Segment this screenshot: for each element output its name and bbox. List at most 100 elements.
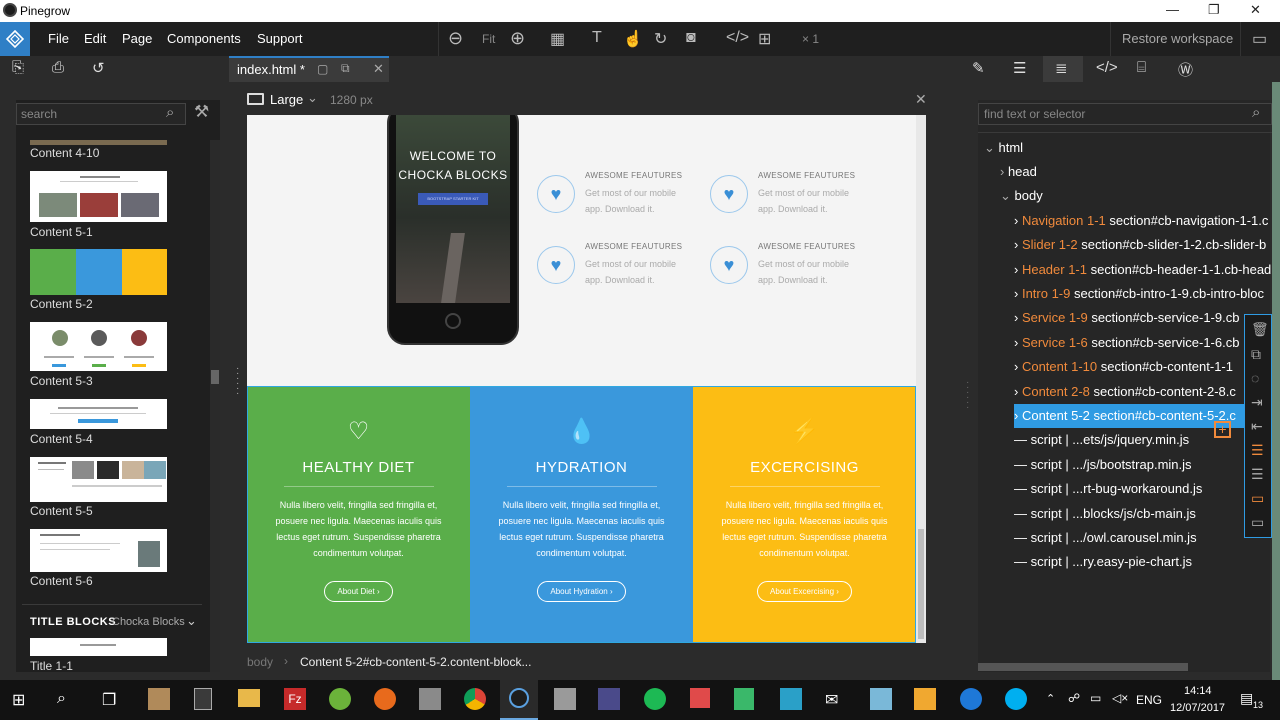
library-item-label[interactable]: Content 5-1 [30,225,93,239]
maximize-button[interactable]: ❐ [1208,2,1220,18]
tree-node-script[interactable]: — script | .../owl.carousel.min.js [1014,526,1272,550]
unwrap-icon[interactable]: ▭ [1251,514,1264,531]
utorrent-icon[interactable] [329,688,351,710]
task-view-icon[interactable]: ❐ [102,690,116,710]
zoom-in-icon[interactable]: ⊕ [510,28,525,49]
restore-workspace-button[interactable]: Restore workspace [1122,31,1233,46]
app-icon[interactable] [419,688,441,710]
close-canvas-icon[interactable]: ✕ [915,91,927,108]
tree-node-section[interactable]: › Content 1-10 section#cb-content-1-1 [1014,355,1272,379]
layers-icon[interactable]: ≣ [1055,59,1068,77]
tray-chevron-icon[interactable]: ⌃ [1046,692,1055,705]
canvas-scroll-thumb[interactable] [918,529,924,639]
settings-tools-icon[interactable]: ⚒ [194,102,209,122]
tree-node-section[interactable]: › Content 2-8 section#cb-content-2-8.c [1014,380,1272,404]
fit-button[interactable]: Fit [482,32,495,46]
firefox-icon[interactable] [374,688,396,710]
hide-icon[interactable]: ◌ [1251,370,1259,386]
hero-button[interactable]: BOOTSTRAP STARTER KIT [418,193,488,205]
column-healthy-diet[interactable]: ♡ HEALTHY DIET Nulla libero velit, fring… [247,387,470,643]
code-icon[interactable]: </> [1096,59,1118,76]
minimize-button[interactable]: — [1166,2,1179,17]
duplicate-icon[interactable]: ⧉ [1251,346,1261,363]
search-icon[interactable]: ⌕ [57,690,66,708]
app-icon[interactable] [554,688,576,710]
add-page-icon[interactable]: ⊞ [758,29,771,49]
chevron-down-icon[interactable]: ⌄ [307,90,318,106]
refresh-icon[interactable]: ↻ [654,29,667,49]
tab-close-icon[interactable]: ✕ [373,61,384,77]
hand-select-icon[interactable]: ☝ [623,29,643,49]
battery-icon[interactable]: ▭ [1090,691,1101,705]
menu-page[interactable]: Page [122,31,152,46]
code-view-icon[interactable]: </> [726,29,749,47]
start-icon[interactable]: ⊞ [12,690,25,710]
menu-edit[interactable]: Edit [84,31,106,46]
about-diet-button[interactable]: About Diet › [324,581,393,602]
menu-file[interactable]: File [48,31,69,46]
tab-window-icon[interactable]: ▢ [317,62,328,76]
search-icon[interactable]: ⌕ [166,104,174,121]
wrap-icon[interactable]: ▭ [1251,490,1264,507]
section-title[interactable]: TITLE BLOCKS [30,616,116,628]
undo-icon[interactable]: ↺ [92,59,105,77]
tree-node-script[interactable]: — script | ...blocks/js/cb-main.js [1014,502,1272,526]
library-item-label[interactable]: Content 4-10 [30,146,99,160]
app-icon[interactable] [914,688,936,710]
open-project-icon[interactable]: ⎘ [12,59,24,76]
clock-time[interactable]: 14:14 [1184,685,1212,697]
wordpress-icon[interactable]: Ⓦ [1178,59,1193,80]
store-icon[interactable] [780,688,802,710]
tree-node-section[interactable]: › Service 1-6 section#cb-service-1-6.cb [1014,331,1272,355]
tree-node-section[interactable]: › Navigation 1-1 section#cb-navigation-1… [1014,209,1272,233]
insert-after-icon[interactable]: ☰ [1251,466,1264,483]
thumb-content-5-6[interactable] [30,529,167,572]
app-icon[interactable] [598,688,620,710]
clock-date[interactable]: 12/07/2017 [1170,702,1225,714]
text-edit-icon[interactable]: T [592,29,602,47]
tree-node-html[interactable]: ⌄ html [984,136,1242,160]
chrome-icon[interactable] [464,688,486,710]
laptop-icon[interactable] [247,93,264,105]
library-icon[interactable]: ⌸ [1137,59,1146,76]
library-item-label[interactable]: Content 5-5 [30,504,93,518]
volume-icon[interactable]: ◁× [1112,691,1128,705]
tree-node-body[interactable]: ⌄ body [1000,184,1258,208]
file-explorer-icon[interactable] [238,689,260,707]
breadcrumb-root[interactable]: body [247,655,273,669]
edge-icon[interactable] [960,688,982,710]
thumb-content-5-3[interactable] [30,322,167,371]
document-tab[interactable]: index.html * ▢ ⧉ ✕ [229,56,389,82]
thumb-content-5-4[interactable] [30,399,167,429]
tree-node-script[interactable]: — script | ...rt-bug-workaround.js [1014,477,1272,501]
about-hydration-button[interactable]: About Hydration › [537,581,626,602]
tree-node-section[interactable]: › Service 1-9 section#cb-service-1-9.cb [1014,306,1272,330]
tray-network-icon[interactable]: ☍ [1068,691,1080,705]
app-photos-icon[interactable] [148,688,170,710]
filezilla-icon[interactable]: Fz [284,688,306,710]
menu-components[interactable]: Components [167,31,241,46]
preview-icon[interactable]: ◙ [686,29,696,47]
tree-node-head[interactable]: › head [1000,160,1258,184]
library-scroll-thumb[interactable] [211,370,219,384]
tree-node-script[interactable]: — script | .../js/bootstrap.min.js [1014,453,1272,477]
layout-grid-icon[interactable]: ▦ [550,29,565,49]
save-icon[interactable]: ⎙ [52,59,64,76]
zoom-out-icon[interactable]: ⊖ [448,28,463,49]
library-item-label[interactable]: Content 5-6 [30,574,93,588]
delete-icon[interactable]: 🗑 [1251,321,1269,338]
calculator-icon[interactable] [194,688,212,710]
left-splitter-grip[interactable]: · · · · · · [236,364,239,399]
library-item-label[interactable]: Content 5-2 [30,297,93,311]
brand-icon[interactable] [0,22,30,56]
library-item-label[interactable]: Title 1-1 [30,659,73,673]
pinegrow-icon[interactable] [509,688,529,708]
app-icon[interactable] [870,688,892,710]
library-item-label[interactable]: Content 5-3 [30,374,93,388]
right-splitter-grip[interactable]: · · · · · · [966,378,969,413]
language-indicator[interactable]: ENG [1136,693,1162,707]
page-canvas[interactable]: WELCOME TO CHOCKA BLOCKS BOOTSTRAP START… [247,115,926,643]
column-excercising[interactable]: ⚡ EXCERCISING Nulla libero velit, fringi… [693,387,916,643]
library-scrollbar[interactable] [210,140,220,672]
tree-node-script[interactable]: — script | ...ets/js/jquery.min.js [1014,428,1272,452]
